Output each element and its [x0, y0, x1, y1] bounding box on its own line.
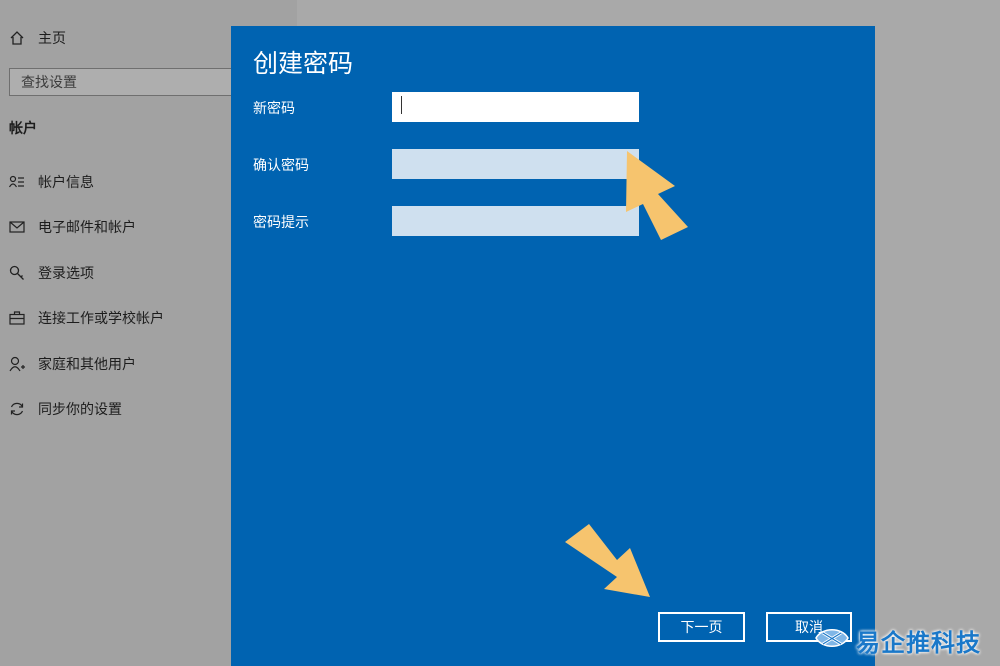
- arrow-pointing-next-button: [565, 524, 650, 597]
- watermark-logo-icon: [814, 623, 850, 657]
- arrow-pointing-confirm-field: [626, 151, 688, 240]
- watermark: 易企推科技: [814, 622, 981, 658]
- watermark-text: 易企推科技: [856, 628, 981, 657]
- annotation-arrows: [565, 151, 688, 597]
